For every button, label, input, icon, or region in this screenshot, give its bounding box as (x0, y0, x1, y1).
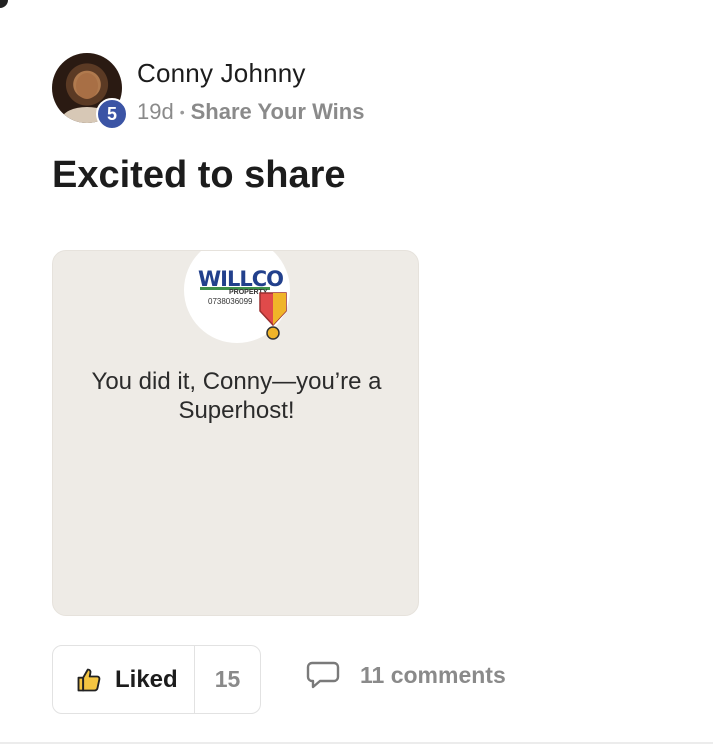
superhost-medal-icon (259, 292, 287, 340)
comments-label: 11 comments (360, 661, 506, 688)
logo-phone: 0738036099 (208, 297, 253, 306)
thumbs-up-icon (77, 668, 101, 691)
post-age: 19d (137, 99, 174, 124)
post-title: Excited to share (52, 154, 346, 196)
author-avatar-container[interactable]: 5 (52, 53, 128, 130)
like-count: 15 (214, 666, 241, 692)
comments-button[interactable]: 11 comments (306, 660, 506, 690)
like-button[interactable]: Liked (53, 646, 194, 713)
meta-separator: • (179, 104, 185, 120)
comment-icon (306, 661, 340, 689)
post-meta: 19d • Share Your Wins (137, 99, 364, 125)
like-control: Liked 15 (52, 645, 261, 714)
superhost-message: You did it, Conny—you’re a Superhost! (91, 368, 382, 424)
level-badge: 5 (96, 98, 128, 130)
like-count-button[interactable]: 15 (194, 646, 260, 713)
author-name[interactable]: Conny Johnny (137, 58, 306, 89)
divider (0, 742, 713, 744)
post-category[interactable]: Share Your Wins (191, 99, 365, 125)
post-image[interactable]: WILLCO PROPERTY 0738036099 You did it, C… (52, 250, 419, 616)
post-card: 5 Conny Johnny 19d • Share Your Wins Exc… (0, 0, 713, 748)
like-label: Liked (115, 665, 178, 693)
